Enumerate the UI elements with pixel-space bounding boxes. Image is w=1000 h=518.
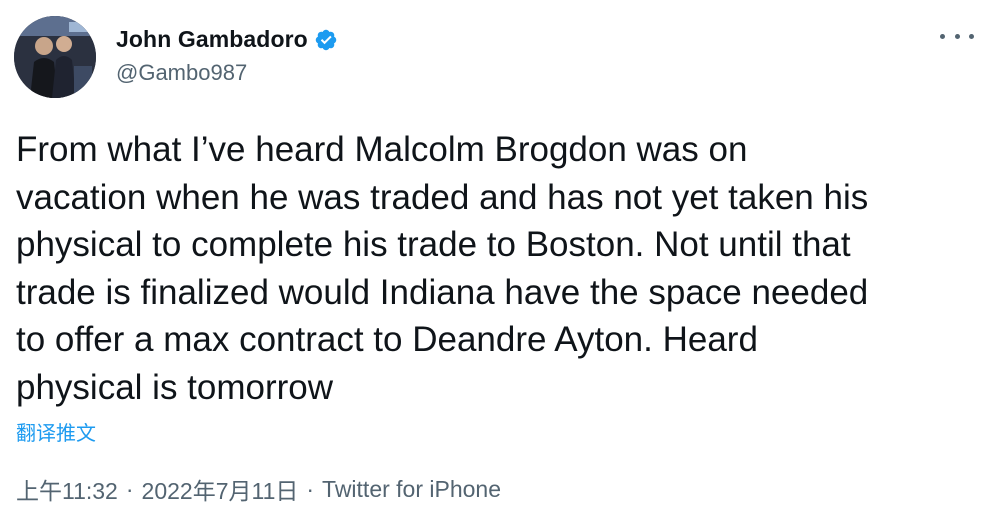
tweet-meta: 上午11:32 · 2022年7月11日 · Twitter for iPhon…	[16, 472, 501, 506]
author-display-name[interactable]: John Gambadoro	[116, 26, 308, 53]
tweet-text: From what I’ve heard Malcolm Brogdon was…	[16, 130, 869, 407]
tweet-date[interactable]: 2022年7月11日	[142, 472, 299, 506]
meta-separator: ·	[125, 475, 134, 502]
more-dot	[954, 33, 960, 39]
tweet-time[interactable]: 上午11:32	[16, 472, 118, 506]
verified-badge-icon	[315, 29, 337, 50]
meta-separator: ·	[306, 475, 315, 502]
more-options-icon[interactable]	[940, 24, 974, 48]
tweet-source[interactable]: Twitter for iPhone	[322, 476, 501, 503]
author-handle[interactable]: @Gambo987	[116, 60, 247, 86]
more-dot	[940, 33, 945, 39]
more-dot	[969, 33, 974, 39]
author-name-row: John Gambadoro	[116, 26, 338, 53]
translate-tweet-link[interactable]: 翻译推文	[16, 417, 96, 446]
avatar-photo	[14, 16, 96, 98]
tweet-card: John Gambadoro @Gambo987 From what I’ve …	[0, 0, 1000, 518]
avatar[interactable]	[14, 16, 96, 98]
